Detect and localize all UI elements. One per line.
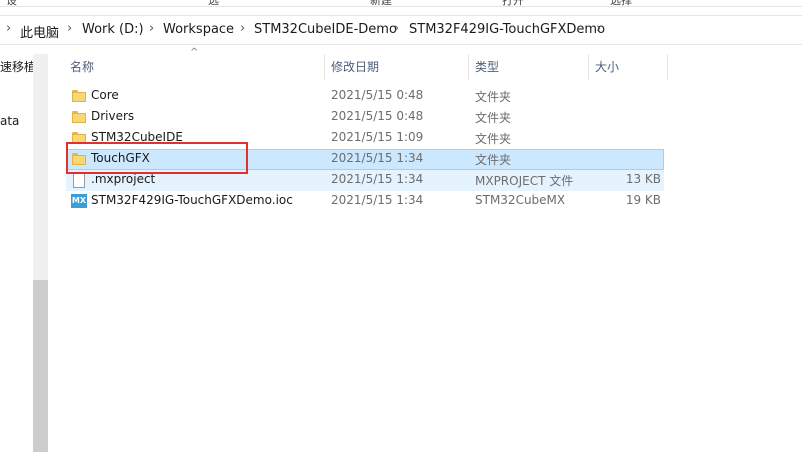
ribbon-label[interactable]: 新建 xyxy=(370,0,392,6)
chevron-right-icon[interactable]: › xyxy=(394,21,399,36)
ribbon-label[interactable]: 设 xyxy=(6,0,17,6)
file-icon xyxy=(73,173,85,188)
column-header-type[interactable]: 类型 xyxy=(469,54,587,80)
breadcrumb[interactable]: › 此电脑 › Work (D:) › Workspace › STM32Cub… xyxy=(0,15,802,45)
file-name: .mxproject xyxy=(91,172,156,186)
chevron-right-icon[interactable]: › xyxy=(240,21,245,36)
chevron-right-icon[interactable]: › xyxy=(149,21,154,36)
file-date: 2021/5/15 1:34 xyxy=(331,172,424,186)
file-date: 2021/5/15 1:34 xyxy=(331,151,424,165)
nav-item-data[interactable]: ata xyxy=(0,114,19,128)
file-row-core[interactable]: Core 2021/5/15 0:48 文件夹 xyxy=(66,86,664,107)
chevron-right-icon[interactable]: › xyxy=(596,21,601,36)
breadcrumb-item-cubeide-demo[interactable]: STM32CubeIDE-Demo xyxy=(254,22,397,37)
highlight-box xyxy=(66,142,248,174)
breadcrumb-item-this-pc[interactable]: 此电脑 xyxy=(20,22,59,41)
file-date: 2021/5/15 1:09 xyxy=(331,130,424,144)
ribbon-label[interactable]: 选择 xyxy=(610,0,632,6)
folder-icon xyxy=(72,111,86,123)
file-name: Drivers xyxy=(91,109,135,123)
file-type: MXPROJECT 文件 xyxy=(475,174,574,188)
nav-item-quick-access[interactable]: 速移植 xyxy=(0,58,36,75)
file-date: 2021/5/15 1:34 xyxy=(331,193,424,207)
column-divider[interactable] xyxy=(667,54,668,80)
folder-icon xyxy=(72,90,86,102)
column-header-name[interactable]: 名称 xyxy=(64,54,316,80)
file-date: 2021/5/15 0:48 xyxy=(331,109,424,123)
file-size: 13 KB xyxy=(625,172,661,186)
nav-scrollbar-thumb[interactable] xyxy=(33,280,48,452)
chevron-right-icon[interactable]: › xyxy=(67,21,72,36)
column-header-date[interactable]: 修改日期 xyxy=(325,54,468,80)
breadcrumb-item-work-drive[interactable]: Work (D:) xyxy=(82,22,144,37)
file-row-ioc[interactable]: MX STM32F429IG-TouchGFXDemo.ioc 2021/5/1… xyxy=(66,191,664,212)
file-name: Core xyxy=(91,88,119,102)
breadcrumb-item-touchgfx-demo[interactable]: STM32F429IG-TouchGFXDemo xyxy=(409,22,605,37)
chevron-right-icon[interactable]: › xyxy=(6,21,11,36)
ribbon-label[interactable]: 选 xyxy=(208,0,219,6)
column-header-size[interactable]: 大小 xyxy=(589,54,667,80)
file-type: 文件夹 xyxy=(475,90,512,104)
file-name: STM32F429IG-TouchGFXDemo.ioc xyxy=(91,193,293,207)
file-type: 文件夹 xyxy=(475,132,512,146)
ribbon-strip: 设 选 新建 打开 选择 xyxy=(0,0,802,7)
file-type: 文件夹 xyxy=(475,111,512,125)
file-type: 文件夹 xyxy=(475,153,512,167)
file-type: STM32CubeMX xyxy=(475,193,566,207)
file-date: 2021/5/15 0:48 xyxy=(331,88,424,102)
ribbon-label[interactable]: 打开 xyxy=(502,0,524,6)
breadcrumb-item-workspace[interactable]: Workspace xyxy=(163,22,234,37)
file-size: 19 KB xyxy=(625,193,661,207)
stm32cubemx-icon: MX xyxy=(71,194,87,208)
file-row-drivers[interactable]: Drivers 2021/5/15 0:48 文件夹 xyxy=(66,107,664,128)
